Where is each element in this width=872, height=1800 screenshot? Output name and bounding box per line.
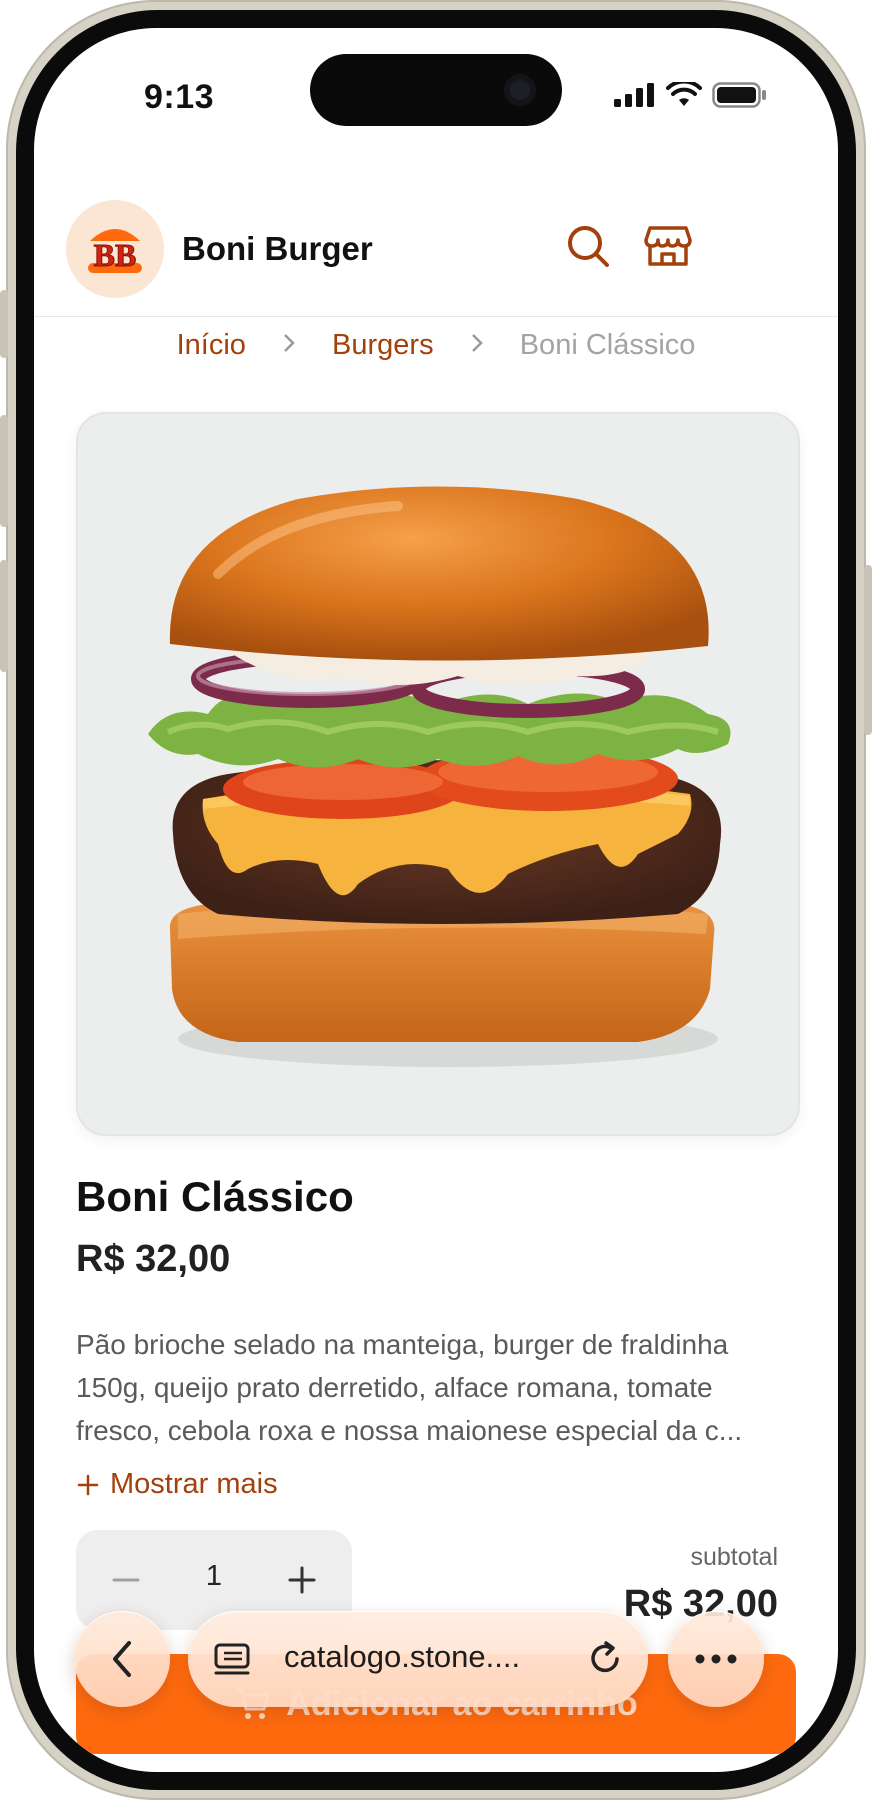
product-price: R$ 32,00 [76, 1238, 231, 1280]
volume-up-button [0, 415, 8, 527]
chevron-right-icon [282, 329, 296, 362]
more-options-button[interactable] [668, 1611, 764, 1707]
more-icon [695, 1654, 737, 1664]
store-icon [644, 226, 692, 266]
tabs-icon [214, 1643, 250, 1675]
product-description: Pão brioche selado na manteiga, burger d… [76, 1329, 743, 1446]
breadcrumb: Início Burgers Boni Clássico [34, 328, 838, 362]
cellular-signal-icon [614, 83, 654, 107]
breadcrumb-home[interactable]: Início [177, 329, 246, 361]
brand-logo[interactable]: BB [66, 200, 164, 298]
product-title: Boni Clássico [76, 1173, 354, 1220]
plus-icon [77, 1474, 99, 1495]
chevron-right-icon [470, 329, 484, 362]
search-icon [568, 226, 609, 267]
status-bar: 9:13 [34, 28, 838, 158]
screen: 9:13 BB Boni Burger Início Burgers Boni … [34, 28, 838, 1772]
show-more-button[interactable]: Mostrar mais [76, 1468, 278, 1501]
wifi-icon [666, 82, 702, 106]
plus-icon [288, 1566, 316, 1594]
power-button [864, 565, 872, 735]
decrease-quantity-button[interactable] [102, 1556, 150, 1604]
status-icons [614, 82, 768, 108]
volume-down-button [0, 560, 8, 672]
back-icon [113, 1641, 131, 1677]
camera-icon [504, 74, 536, 106]
breadcrumb-category[interactable]: Burgers [332, 329, 434, 361]
breadcrumb-current: Boni Clássico [519, 328, 696, 361]
subtotal-label: subtotal [690, 1543, 778, 1571]
mute-switch [0, 290, 8, 358]
address-bar[interactable]: catalogo.stone.... [188, 1611, 648, 1707]
burger-image [148, 486, 731, 1067]
browser-toolbar: catalogo.stone.... [74, 1611, 798, 1721]
minus-icon [112, 1578, 140, 1582]
battery-icon [712, 82, 766, 108]
quantity-value: 1 [205, 1560, 223, 1592]
url-text: catalogo.stone.... [284, 1639, 521, 1674]
product-image-card[interactable] [76, 412, 800, 1136]
increase-quantity-button[interactable] [278, 1556, 326, 1604]
search-button[interactable] [560, 218, 616, 274]
brand-name: Boni Burger [182, 230, 373, 267]
status-time: 9:13 [144, 78, 215, 116]
back-button[interactable] [74, 1611, 170, 1707]
dynamic-island [310, 54, 562, 126]
logo-text: BB [94, 237, 137, 273]
reload-icon[interactable] [584, 1637, 626, 1679]
store-button[interactable] [640, 218, 696, 274]
burger-logo-icon: BB [88, 229, 142, 274]
app-header: BB Boni Burger [34, 158, 838, 317]
show-more-label: Mostrar mais [110, 1468, 278, 1500]
